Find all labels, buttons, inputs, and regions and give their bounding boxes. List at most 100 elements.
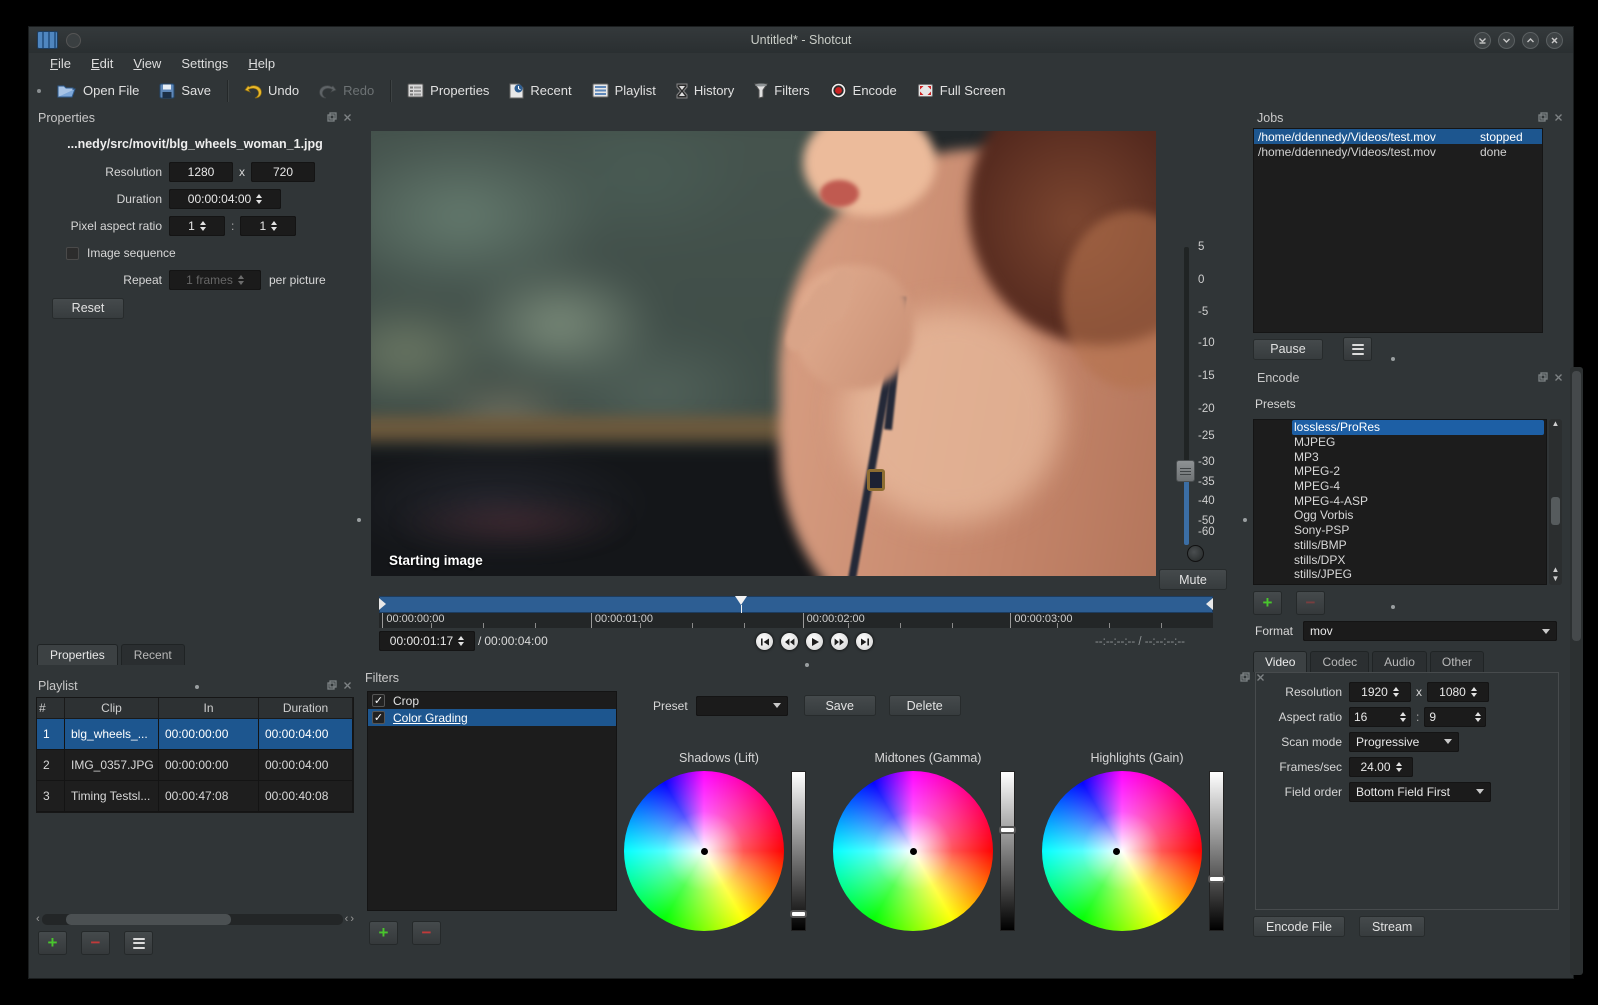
encode-panel-scrollbar[interactable]: [1570, 367, 1583, 975]
properties-button[interactable]: Properties: [397, 79, 499, 102]
playlist-menu-button[interactable]: [124, 931, 153, 955]
preset-item[interactable]: Ogg Vorbis: [1254, 508, 1546, 523]
job-row[interactable]: /home/ddennedy/Videos/test.mov stopped: [1254, 129, 1542, 144]
close-panel-icon[interactable]: [1554, 111, 1563, 125]
out-point-marker[interactable]: [1206, 598, 1213, 610]
preset-item[interactable]: MP3: [1254, 449, 1546, 464]
tab-properties[interactable]: Properties: [37, 644, 118, 665]
tab-recent[interactable]: Recent: [120, 644, 185, 665]
video-preview[interactable]: Starting image: [371, 131, 1156, 576]
pause-button[interactable]: Pause: [1253, 338, 1323, 360]
splitter-handle[interactable]: [1391, 605, 1395, 609]
speaker-icon[interactable]: [1187, 545, 1204, 562]
duration-spinner[interactable]: [256, 194, 263, 204]
float-panel-icon[interactable]: [1538, 371, 1548, 385]
preset-item[interactable]: stills/JPEG: [1254, 567, 1546, 582]
encode-tab-video[interactable]: Video: [1253, 651, 1308, 672]
table-row[interactable]: 3 Timing Testsl... 00:00:47:08 00:00:40:08: [37, 781, 353, 812]
wheel-cursor[interactable]: [909, 847, 917, 855]
fps-field[interactable]: 24.00: [1349, 756, 1413, 777]
scan-mode-combobox[interactable]: Progressive: [1349, 731, 1459, 752]
skip-to-start-button[interactable]: [756, 633, 773, 650]
play-button[interactable]: [806, 633, 823, 650]
titlebar[interactable]: Untitled* - Shotcut: [29, 27, 1573, 53]
pixel-aspect-den-field[interactable]: 1: [240, 216, 297, 236]
close-panel-icon[interactable]: [343, 111, 352, 125]
undo-button[interactable]: Undo: [234, 79, 309, 103]
preset-save-button[interactable]: Save: [803, 695, 876, 716]
reset-button[interactable]: Reset: [52, 297, 124, 319]
table-row[interactable]: 2 IMG_0357.JPG 00:00:00:00 00:00:04:00: [37, 750, 353, 781]
brightness-slider[interactable]: [1208, 771, 1225, 931]
resolution-height-field[interactable]: 720: [251, 162, 315, 182]
column-header-Duration[interactable]: Duration: [259, 698, 353, 719]
close-panel-icon[interactable]: [1554, 371, 1563, 385]
in-point-marker[interactable]: [379, 598, 386, 610]
splitter-handle[interactable]: [195, 685, 199, 689]
filter-remove-button[interactable]: −: [412, 921, 441, 945]
resolution-width-field[interactable]: 1280: [169, 162, 233, 182]
float-panel-icon[interactable]: [1240, 671, 1250, 685]
filter-add-button[interactable]: +: [369, 921, 398, 945]
field-order-combobox[interactable]: Bottom Field First: [1349, 781, 1491, 802]
preset-delete-button[interactable]: Delete: [888, 695, 961, 716]
wheel-cursor[interactable]: [700, 847, 708, 855]
filters-button[interactable]: Filters: [744, 79, 819, 103]
scroll-down-icon[interactable]: ▼: [1552, 574, 1560, 583]
filter-checkbox[interactable]: ✓: [372, 711, 385, 724]
volume-slider-handle[interactable]: [1176, 460, 1195, 482]
brightness-slider[interactable]: [790, 771, 807, 931]
close-panel-icon[interactable]: [343, 679, 352, 693]
float-panel-icon[interactable]: [1538, 111, 1548, 125]
stream-button[interactable]: Stream: [1359, 916, 1426, 937]
float-panel-icon[interactable]: [327, 679, 337, 693]
float-panel-icon[interactable]: [327, 111, 337, 125]
scroll-left-icon[interactable]: ‹: [36, 914, 40, 925]
minimize-icon[interactable]: [1498, 32, 1515, 49]
shade-icon[interactable]: [1474, 32, 1491, 49]
menu-settings[interactable]: Settings: [172, 54, 237, 73]
encode-file-button[interactable]: Encode File: [1253, 916, 1346, 937]
preset-item[interactable]: MPEG-4: [1254, 479, 1546, 494]
encode-button[interactable]: Encode: [820, 78, 907, 103]
table-row[interactable]: 1 blg_wheels_... 00:00:00:00 00:00:04:00: [37, 719, 353, 750]
pixel-aspect-num-field[interactable]: 1: [169, 216, 225, 236]
open-file-button[interactable]: Open File: [47, 79, 149, 103]
scrub-bar[interactable]: [379, 596, 1213, 613]
current-time-field[interactable]: 00:00:01:17: [379, 631, 475, 651]
color-wheel[interactable]: [1042, 771, 1202, 931]
color-wheel[interactable]: [833, 771, 993, 931]
splitter-handle[interactable]: [1243, 518, 1247, 522]
presets-vscrollbar[interactable]: ▲ ▲ ▼: [1549, 419, 1562, 585]
jobs-menu-button[interactable]: [1343, 337, 1372, 361]
scroll-left-icon[interactable]: ‹: [345, 914, 349, 925]
scroll-handle[interactable]: [1551, 497, 1560, 525]
brightness-slider[interactable]: [999, 771, 1016, 931]
splitter-handle[interactable]: [805, 663, 809, 667]
encode-resolution-height-field[interactable]: 1080: [1427, 681, 1489, 702]
full-screen-button[interactable]: Full Screen: [907, 79, 1016, 102]
encode-tab-audio[interactable]: Audio: [1372, 651, 1427, 672]
preset-item[interactable]: Sony-PSP: [1254, 523, 1546, 538]
color-wheel[interactable]: [624, 771, 784, 931]
mute-button[interactable]: Mute: [1159, 569, 1227, 590]
filter-item-color-grading[interactable]: ✓ Color Grading: [368, 709, 616, 726]
column-header-In[interactable]: In: [159, 698, 259, 719]
menu-edit[interactable]: Edit: [82, 54, 122, 73]
job-row[interactable]: /home/ddennedy/Videos/test.mov done: [1254, 144, 1542, 159]
skip-to-end-button[interactable]: [856, 633, 873, 650]
brightness-slider-handle[interactable]: [999, 826, 1016, 834]
playlist-button[interactable]: Playlist: [582, 79, 666, 102]
playlist-add-button[interactable]: +: [38, 931, 67, 955]
timeline-ruler[interactable]: 00:00:00:00 00:00:01:00 00:00:02:00 00:00:0…: [379, 613, 1213, 628]
scroll-handle[interactable]: [65, 914, 232, 925]
save-button[interactable]: Save: [149, 79, 221, 103]
scroll-up-icon[interactable]: ▲: [1552, 565, 1560, 574]
filter-item-crop[interactable]: ✓ Crop: [368, 692, 616, 709]
column-header-Clip[interactable]: Clip: [65, 698, 159, 719]
preset-combobox[interactable]: [695, 695, 788, 716]
scroll-up-icon[interactable]: ▲: [1552, 419, 1560, 428]
playhead[interactable]: [735, 596, 747, 605]
menu-help[interactable]: Help: [239, 54, 284, 73]
preset-item[interactable]: stills/DPX: [1254, 552, 1546, 567]
